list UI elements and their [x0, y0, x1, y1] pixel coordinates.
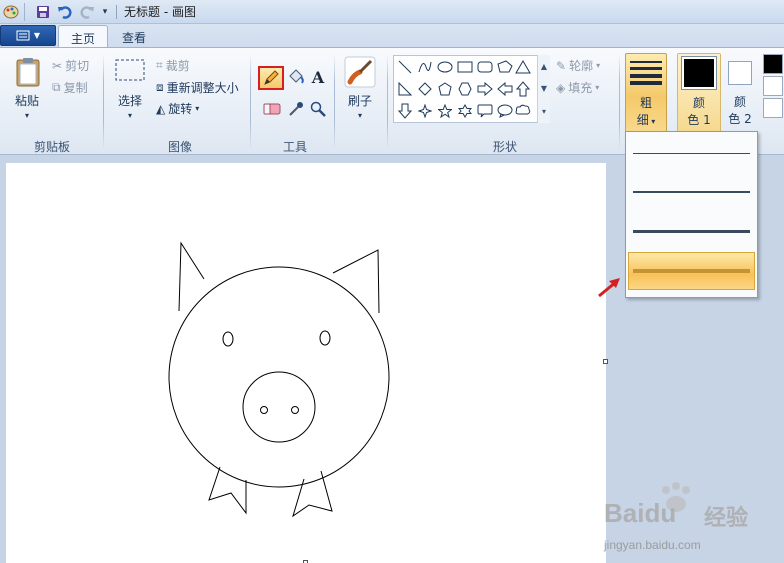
color2-button[interactable]: 颜 色 2	[724, 53, 758, 133]
shapes-scroll[interactable]: ▲ ▼ ▾	[537, 55, 550, 123]
drawing-canvas[interactable]	[6, 163, 606, 563]
watermark-site-cn: 经验	[704, 506, 749, 531]
triangle-shape-icon[interactable]	[514, 58, 532, 76]
expand-gallery-icon[interactable]: ▾	[542, 107, 546, 116]
right-arrow-shape-icon[interactable]	[476, 80, 494, 98]
baidu-jingyan-watermark: Baidu 经验 jingyan.baidu.com	[600, 478, 784, 563]
select-dropdown-icon[interactable]: ▾	[125, 111, 135, 120]
cloud-callout-shape-icon[interactable]	[514, 102, 532, 120]
rectangle-shape-icon[interactable]	[456, 58, 474, 76]
annotation-arrow	[598, 278, 620, 298]
color1-button[interactable]: 颜 色 1	[677, 53, 721, 133]
size-option-2[interactable]	[628, 173, 755, 211]
window-title: 无标题 - 画图	[124, 5, 196, 19]
polygon-shape-icon[interactable]	[496, 58, 514, 76]
size-dropdown-menu	[625, 131, 758, 298]
menu-icon	[16, 30, 30, 41]
down-arrow-shape-icon[interactable]	[396, 102, 414, 120]
size-option-1[interactable]	[628, 134, 755, 172]
title-bar: ▾ 无标题 - 画图	[0, 0, 784, 24]
shapes-group-label: 形状	[492, 140, 517, 154]
fill-button[interactable]: ◈ 填充 ▾	[556, 79, 599, 96]
resize-icon: ⧈	[156, 80, 164, 94]
oval-callout-shape-icon[interactable]	[496, 102, 514, 120]
cut-button[interactable]: ✂ 剪切	[52, 57, 89, 74]
clipboard-group-label: 剪贴板	[33, 140, 70, 154]
pencil-icon[interactable]	[258, 66, 284, 90]
rounded-rectangle-shape-icon[interactable]	[476, 58, 494, 76]
select-button[interactable]: 选择	[114, 92, 146, 109]
outline-button[interactable]: ✎ 轮廓 ▾	[556, 57, 600, 74]
tab-view[interactable]: 查看	[110, 25, 158, 48]
save-icon[interactable]	[34, 3, 52, 21]
color-picker-icon[interactable]	[286, 99, 306, 119]
line-shape-icon[interactable]	[396, 58, 414, 76]
select-icon[interactable]	[114, 58, 146, 84]
copy-button[interactable]: ⧉ 复制	[52, 79, 88, 96]
copy-icon: ⧉	[52, 80, 61, 94]
resize-handle-right[interactable]	[603, 359, 608, 364]
color1-swatch	[681, 56, 717, 90]
eraser-icon[interactable]	[262, 99, 282, 119]
six-point-star-shape-icon[interactable]	[456, 102, 474, 120]
hexagon-shape-icon[interactable]	[456, 80, 474, 98]
fill-icon: ◈	[556, 80, 566, 95]
right-triangle-shape-icon[interactable]	[396, 80, 414, 98]
color2-swatch	[728, 61, 752, 85]
chevron-up-icon[interactable]: ▲	[541, 62, 547, 71]
rounded-callout-shape-icon[interactable]	[476, 102, 494, 120]
resize-button[interactable]: ⧈ 重新调整大小	[156, 79, 239, 96]
rotate-dropdown-icon: ▾	[195, 104, 200, 113]
size-button[interactable]: 粗 细 ▾	[625, 53, 667, 133]
paste-dropdown-icon[interactable]: ▾	[22, 111, 32, 120]
four-point-star-shape-icon[interactable]	[416, 102, 434, 120]
line-width-icon	[630, 61, 662, 85]
size-option-4[interactable]	[628, 252, 755, 290]
watermark-url: jingyan.baidu.com	[604, 538, 701, 552]
scissors-icon: ✂	[52, 58, 63, 73]
pentagon-shape-icon[interactable]	[436, 80, 454, 98]
left-arrow-shape-icon[interactable]	[496, 80, 514, 98]
brush-icon[interactable]	[344, 56, 376, 88]
rotate-button[interactable]: ◭ 旋转 ▾	[156, 100, 199, 117]
fill-bucket-icon[interactable]	[286, 67, 306, 87]
magnifier-icon[interactable]	[308, 99, 328, 119]
crop-button[interactable]: ⌗ 裁剪	[156, 57, 190, 74]
chevron-down-icon[interactable]: ▼	[541, 84, 547, 93]
five-point-star-shape-icon[interactable]	[436, 102, 454, 120]
ribbon-tab-row: ▼ 主页 查看	[0, 24, 784, 48]
image-group-label: 图像	[167, 140, 192, 154]
chevron-down-icon: ▼	[33, 31, 41, 40]
palette-swatch-black[interactable]	[763, 54, 783, 74]
watermark-brand-2: du	[644, 498, 677, 528]
text-icon[interactable]: A	[308, 67, 328, 87]
shapes-gallery	[393, 55, 550, 123]
brushes-dropdown-icon[interactable]: ▾	[355, 111, 365, 120]
paint-app-icon[interactable]	[2, 3, 20, 21]
size-option-3[interactable]	[628, 212, 755, 250]
rotate-icon: ◭	[156, 101, 166, 116]
pig-drawing	[168, 241, 390, 518]
palette-swatch-white[interactable]	[763, 76, 783, 96]
watermark-brand: Bai	[604, 498, 645, 528]
curve-shape-icon[interactable]	[416, 58, 434, 76]
paint-menu-button[interactable]: ▼	[0, 25, 56, 46]
tools-group-label: 工具	[282, 140, 307, 154]
paste-button[interactable]: 粘贴	[12, 92, 42, 109]
crop-icon: ⌗	[156, 58, 163, 72]
tab-home[interactable]: 主页	[58, 25, 109, 48]
brushes-button[interactable]: 刷子	[342, 92, 378, 109]
undo-icon[interactable]	[56, 3, 74, 21]
redo-icon[interactable]	[78, 3, 96, 21]
customize-toolbar-icon[interactable]: ▾	[99, 3, 111, 21]
palette-swatch-empty[interactable]	[763, 98, 783, 118]
up-arrow-shape-icon[interactable]	[514, 80, 532, 98]
oval-shape-icon[interactable]	[436, 58, 454, 76]
paste-icon[interactable]	[14, 56, 42, 88]
outline-icon: ✎	[556, 58, 567, 73]
diamond-shape-icon[interactable]	[416, 80, 434, 98]
